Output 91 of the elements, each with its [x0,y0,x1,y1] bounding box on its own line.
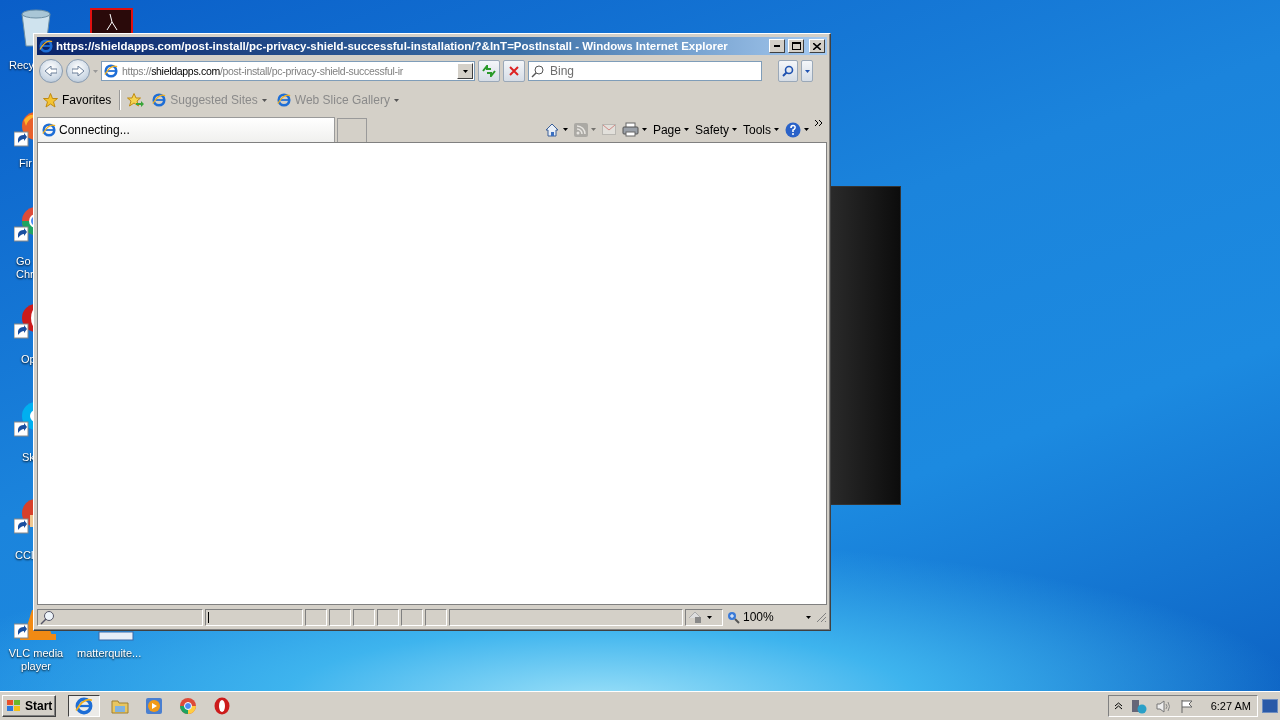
caret-icon [393,98,399,102]
zoom-icon [727,610,740,624]
desktop-icon[interactable] [90,8,133,33]
media-player-icon [145,697,164,715]
printer-icon [621,122,639,137]
ie-page-icon [152,93,167,107]
dropdown-button[interactable] [457,63,473,79]
chrome-icon [179,697,198,715]
chevron-icon[interactable] [815,120,823,126]
search-button[interactable] [778,60,798,82]
caret-icon [804,69,810,73]
caret-icon [806,615,811,619]
maximize-icon [791,42,801,50]
favorites-button[interactable]: Favorites [41,92,114,108]
ie-page-icon [42,123,56,137]
star-icon [43,92,58,108]
close-button[interactable] [809,39,825,53]
desktop-icon-label: Go Chr [16,255,33,281]
ie-page-icon [276,93,291,107]
lock-icon [688,610,704,624]
desktop-icon-label: Recy [9,59,35,72]
flag-icon[interactable] [1179,699,1194,713]
forward-arrow-icon [72,66,84,76]
status-pane [305,608,327,626]
search-icon [531,64,544,78]
desktop-icon-label: VLC media player [7,647,65,673]
taskbar-button[interactable] [68,695,101,717]
status-pane [329,608,351,626]
network-icon[interactable] [1130,698,1147,714]
home-icon [543,121,560,138]
chevron-up-icon[interactable] [1114,702,1122,710]
clock[interactable]: 6:27 AM [1210,700,1251,712]
menu-button[interactable]: Tools [743,122,779,137]
caret-icon [261,98,267,102]
progress-marker [208,611,209,623]
caret-icon [804,128,809,131]
resize-grip-icon[interactable] [815,611,827,623]
desktop-icon[interactable] [98,630,134,642]
mail-icon [601,124,616,135]
search-icon [782,65,794,77]
stop-button[interactable] [503,60,525,82]
caret-icon [641,128,647,131]
caret-icon [707,615,712,619]
menu-button[interactable]: Safety [694,122,737,137]
back-arrow-icon [45,66,57,76]
zoom-button[interactable]: 100% [725,608,813,626]
help-icon [785,121,801,138]
browser-tab[interactable]: Connecting... [37,117,335,142]
caret-icon [562,128,568,131]
desktop-icon-label: Sk [22,451,35,464]
caret-icon [590,128,596,131]
ie-page-icon [104,64,118,78]
status-pane [353,608,375,626]
desktop-icon-label: Fir [19,157,32,170]
opera-icon [214,697,231,715]
url-text: https://shieldapps.com/post-install/pc-privacy-shield-successful-ir [122,65,405,77]
windows-logo-icon [6,699,22,713]
forward-button[interactable] [66,59,90,83]
print-button[interactable] [621,122,647,137]
maximize-button[interactable] [788,39,804,53]
refresh-button[interactable] [478,60,500,82]
feed-icon [573,122,588,137]
window-title: https://shieldapps.com/post-install/pc-privacy-shield-successful-installation/?&lnT=PostInstall - Windows Internet Explorer [56,40,729,52]
search-options-button[interactable] [801,60,813,82]
caret-icon [774,128,779,131]
browser-icon [39,39,53,53]
search-icon [40,609,55,625]
caret-icon [93,69,98,73]
desktop-icon-label: matterquite... [77,647,142,660]
desktop-icon-label: CCl [15,549,34,562]
help-button[interactable] [785,121,809,138]
search-field[interactable]: Bing [528,61,762,81]
home-button[interactable] [543,121,568,138]
close-icon [509,66,519,76]
start-button[interactable]: Start [2,695,57,717]
minimize-button[interactable] [769,39,785,53]
address-field[interactable]: https://shieldapps.com/post-install/pc-privacy-shield-successful-ir [101,61,475,81]
menu-button[interactable]: Page [652,122,689,137]
caret-icon [732,128,737,131]
minimize-icon [774,45,780,47]
status-pane [401,608,423,626]
folder-icon [111,698,130,714]
caret-icon [683,128,689,131]
close-icon [813,42,821,50]
browser-icon [75,697,94,715]
back-button[interactable] [39,59,63,83]
status-pane [425,608,447,626]
status-pane [377,608,399,626]
volume-icon[interactable] [1155,699,1171,713]
refresh-icon [482,65,496,77]
caret-icon [462,69,468,73]
